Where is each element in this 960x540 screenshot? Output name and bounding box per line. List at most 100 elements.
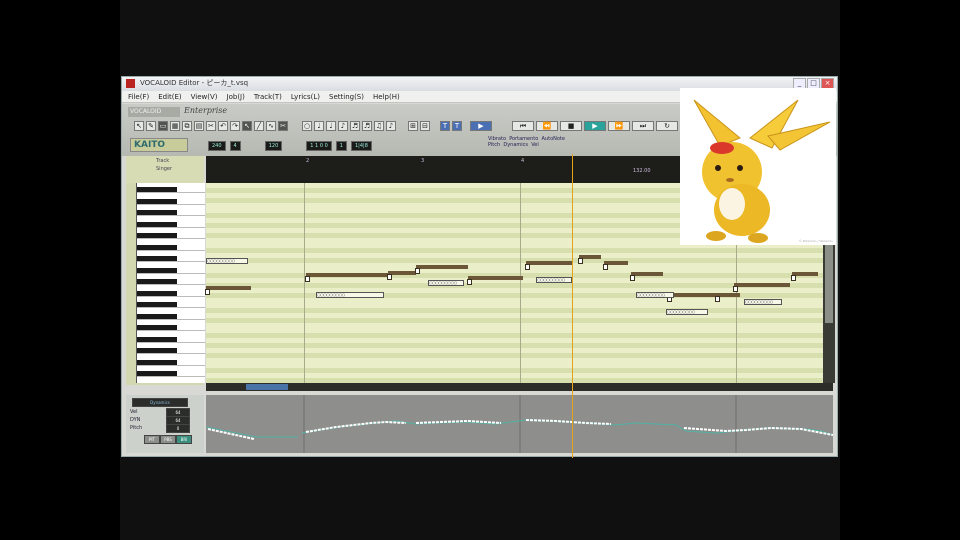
note-bar[interactable] (206, 286, 251, 290)
rewind-button[interactable]: ⏪ (536, 121, 558, 131)
loop-button[interactable]: ↻ (656, 121, 678, 131)
key-divider (137, 226, 205, 228)
checkbox-pitch[interactable]: Pitch (488, 142, 500, 148)
note-handle[interactable] (603, 264, 608, 270)
thirtysecond-note-icon[interactable]: ♬ (362, 121, 372, 131)
pit-button[interactable]: PIT (144, 435, 160, 444)
grid-icon[interactable]: ▦ (170, 121, 180, 131)
quantize-icon[interactable]: ⊟ (420, 121, 430, 131)
quarter-note-icon[interactable]: ♩ (326, 121, 336, 131)
lyric-box[interactable]: ○○○○○○○○○ (428, 280, 464, 286)
lyric-box[interactable]: ○○○○○○○○○ (206, 258, 248, 264)
menu-setting[interactable]: Setting(S) (329, 91, 364, 102)
menu-lyrics[interactable]: Lyrics(L) (291, 91, 320, 102)
line-tool-icon[interactable]: ╱ (254, 121, 264, 131)
note-bar[interactable] (306, 273, 388, 277)
note-handle[interactable] (387, 274, 392, 280)
control-curve-graph[interactable] (205, 395, 834, 453)
lyric-box[interactable]: ○○○○○○○○○ (666, 309, 708, 315)
cut-icon[interactable]: ✂ (206, 121, 216, 131)
pitch-value[interactable]: 0 (166, 424, 190, 433)
checkbox-autonote[interactable]: AutoNote (542, 136, 565, 142)
lyric-box[interactable]: ○○○○○○○○○ (744, 299, 782, 305)
bri-button[interactable]: BRI (176, 435, 192, 444)
key-divider (137, 295, 205, 297)
note-handle[interactable] (305, 276, 310, 282)
eraser-tool-icon[interactable]: ▭ (158, 121, 168, 131)
horizontal-scrollbar[interactable] (206, 383, 833, 391)
dynamics-curve[interactable] (205, 395, 834, 453)
checkbox-dynamics[interactable]: Dynamics (503, 142, 528, 148)
sixteenth-note-icon[interactable]: ♬ (350, 121, 360, 131)
lyric-box[interactable]: ○○○○○○○○○ (536, 277, 572, 283)
picture-credit: © Pokemon / Nintendo (798, 239, 833, 243)
lcd-measure: 1 (335, 141, 347, 151)
horizontal-scroll-thumb[interactable] (246, 384, 288, 390)
whole-note-icon[interactable]: ○ (302, 121, 312, 131)
note-bar[interactable] (526, 261, 572, 265)
pbs-button[interactable]: PBS (160, 435, 176, 444)
render-button[interactable]: ▶ (470, 121, 492, 131)
copy-icon[interactable]: ⧉ (182, 121, 192, 131)
track-a-icon[interactable]: T (440, 121, 450, 131)
menu-file[interactable]: File(F) (128, 91, 149, 102)
product-logo: VOCALOID (128, 107, 180, 117)
menu-view[interactable]: View(V) (191, 91, 218, 102)
ruler-mark: 3 (421, 158, 425, 164)
yellow-creature-image (693, 99, 831, 243)
note-handle[interactable] (525, 264, 530, 270)
note-bar[interactable] (734, 283, 790, 287)
note-bar[interactable] (388, 271, 416, 275)
note-handle[interactable] (791, 275, 796, 281)
half-note-icon[interactable]: ♩ (314, 121, 324, 131)
go-to-end-button[interactable]: ⏭ (632, 121, 654, 131)
curve-tool-icon[interactable]: ∿ (266, 121, 276, 131)
note-bar[interactable] (468, 276, 523, 280)
control-track-panel: Dynamics Vel DYN Pitch 64 64 0 PIT PBS B… (126, 395, 204, 453)
stop-button[interactable]: ■ (560, 121, 582, 131)
menu-help[interactable]: Help(H) (373, 91, 400, 102)
redo-icon[interactable]: ↷ (230, 121, 240, 131)
eighth-note-icon[interactable]: ♪ (338, 121, 348, 131)
piano-keys[interactable] (136, 183, 205, 383)
rewind-to-start-button[interactable]: ⏮ (512, 121, 534, 131)
param-selector[interactable]: Dynamics (132, 398, 188, 407)
lcd-beat[interactable]: 4 (229, 141, 241, 151)
select-arrow-icon[interactable]: ↖ (242, 121, 252, 131)
checkbox-vel[interactable]: Vel (531, 142, 539, 148)
menu-edit[interactable]: Edit(E) (158, 91, 181, 102)
note-handle[interactable] (578, 258, 583, 264)
track-b-icon[interactable]: T (452, 121, 462, 131)
note-handle[interactable] (715, 296, 720, 302)
undo-icon[interactable]: ↶ (218, 121, 228, 131)
playback-cursor[interactable] (572, 154, 573, 458)
scissor-tool-icon[interactable]: ✂ (278, 121, 288, 131)
note-bar[interactable] (416, 265, 468, 269)
triplet-icon[interactable]: ♫ (374, 121, 384, 131)
note-handle[interactable] (630, 275, 635, 281)
arrow-tool-icon[interactable]: ↖ (134, 121, 144, 131)
lcd-resolution[interactable]: 240 (208, 141, 226, 151)
note-handle[interactable] (733, 286, 738, 292)
play-button[interactable]: ▶ (584, 121, 606, 131)
key-divider (137, 215, 205, 216)
letterbox-left (0, 0, 120, 540)
paste-icon[interactable]: ▤ (194, 121, 204, 131)
note-handle[interactable] (205, 289, 210, 295)
snap-icon[interactable]: ⊞ (408, 121, 418, 131)
note-handle[interactable] (467, 279, 472, 285)
pencil-tool-icon[interactable]: ✎ (146, 121, 156, 131)
off-grid-icon[interactable]: ♪ (386, 121, 396, 131)
lyric-box[interactable]: ○○○○○○○○○ (636, 292, 674, 298)
value-label-pitch: Pitch (130, 425, 143, 431)
singer-badge[interactable]: KAITO (130, 138, 188, 152)
note-bar[interactable] (631, 272, 663, 276)
lyric-box[interactable]: ○○○○○○○○○ (316, 292, 384, 298)
vertical-scroll-thumb[interactable] (825, 243, 833, 323)
lcd-tempo[interactable]: 120 (264, 141, 283, 151)
tempo-marker: 132.00 (633, 168, 651, 174)
fast-forward-button[interactable]: ⏩ (608, 121, 630, 131)
menu-track[interactable]: Track(T) (254, 91, 282, 102)
note-handle[interactable] (415, 268, 420, 274)
menu-job[interactable]: Job(J) (227, 91, 245, 102)
